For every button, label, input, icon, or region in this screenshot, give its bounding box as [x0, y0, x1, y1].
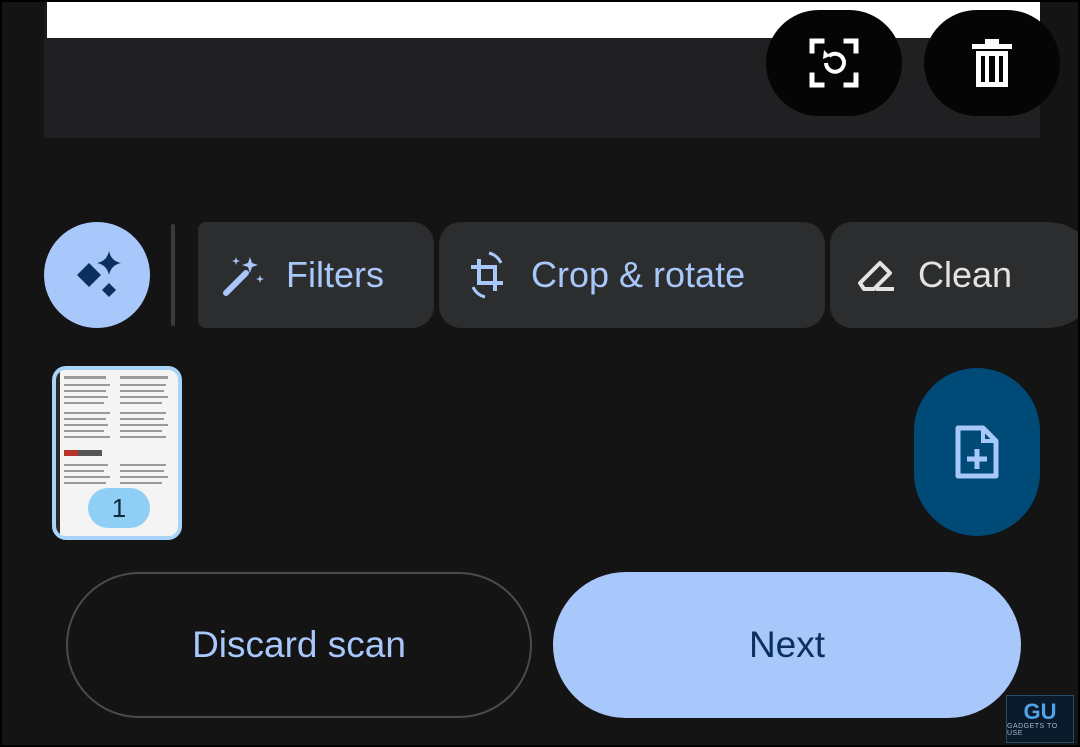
- magic-wand-icon: [223, 257, 264, 296]
- delete-button[interactable]: [924, 10, 1060, 116]
- add-page-button[interactable]: [914, 368, 1040, 536]
- toolbar-divider: [171, 224, 175, 326]
- filters-label: Filters: [286, 254, 384, 295]
- crop-rotate-chip[interactable]: Crop & rotate: [439, 222, 825, 328]
- eraser-icon: [858, 261, 894, 291]
- discard-scan-button[interactable]: Discard scan: [66, 572, 532, 718]
- watermark-logo: GU GADGETS TO USE: [1006, 695, 1074, 743]
- crop-rotate-icon: [471, 251, 503, 299]
- clean-label: Clean: [918, 254, 1013, 295]
- crop-rotate-label: Crop & rotate: [531, 254, 746, 295]
- clean-chip[interactable]: Clean: [830, 222, 1078, 328]
- auto-enhance-button[interactable]: [44, 222, 150, 328]
- sparkle-diamond-icon: [77, 251, 121, 297]
- add-document-icon: [955, 425, 999, 479]
- rotate-in-frame-icon: [809, 38, 859, 88]
- watermark-text: GADGETS TO USE: [1007, 723, 1058, 737]
- scan-editor-screen: Filters Crop & rotate Clean 1 Discard sc…: [2, 2, 1078, 745]
- next-button[interactable]: Next: [553, 572, 1021, 718]
- filters-chip[interactable]: Filters: [198, 222, 434, 328]
- watermark-mark: GU: [1023, 699, 1057, 724]
- trash-icon: [972, 39, 1012, 87]
- rescan-button[interactable]: [766, 10, 902, 116]
- page-number-badge: 1: [88, 488, 150, 528]
- document-preview: [44, 2, 1060, 138]
- page-thumbnail[interactable]: 1: [52, 366, 182, 540]
